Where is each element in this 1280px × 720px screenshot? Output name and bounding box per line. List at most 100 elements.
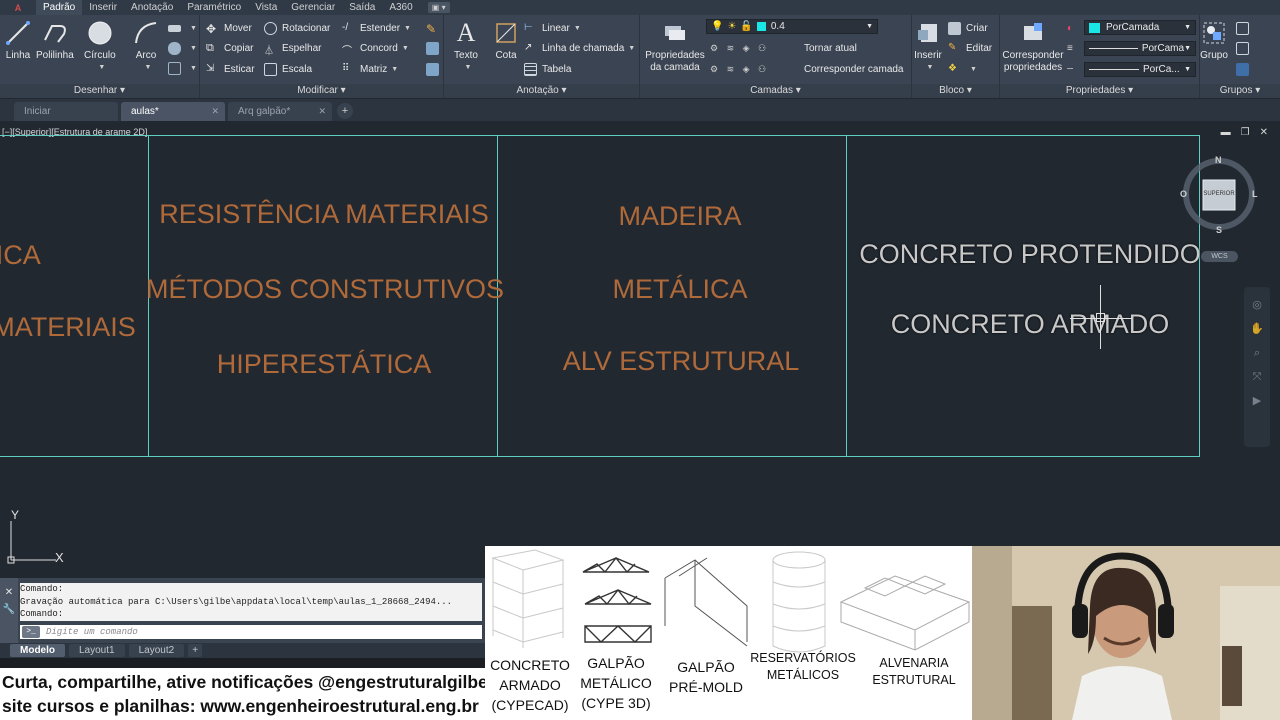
panel-title-desenhar[interactable]: Desenhar ▾ xyxy=(0,84,199,98)
panel-title-modificar[interactable]: Modificar ▾ xyxy=(200,84,443,98)
insert-block-button[interactable]: Inserir ▼ xyxy=(914,18,942,74)
doc-tab-aulas[interactable]: aulas* ✕ xyxy=(121,102,225,121)
panel-title-propriedades[interactable]: Propriedades ▾ xyxy=(1000,84,1199,98)
rectangle-tool-button[interactable]: ▼ xyxy=(168,19,197,37)
group-edit-button[interactable] xyxy=(1236,39,1254,57)
linear-dimension-button[interactable]: ⊢ Linear ▼ xyxy=(524,19,581,37)
scale-button[interactable]: Escala xyxy=(264,60,312,78)
hatch-tool-button[interactable]: ▼ xyxy=(168,39,197,57)
command-prompt-icon[interactable]: >_ xyxy=(22,626,40,638)
copy-button[interactable]: ⧉ Copiar xyxy=(206,39,253,57)
group-button[interactable]: Grupo xyxy=(1200,18,1228,62)
stretch-button[interactable]: ⇲ Esticar xyxy=(206,60,255,78)
linetype-dropdown[interactable]: PorCa... ▼ xyxy=(1084,62,1196,77)
chevron-down-icon[interactable]: ▼ xyxy=(145,62,152,74)
line-tool-button[interactable]: Linha xyxy=(4,18,32,62)
color-dropdown[interactable]: PorCamada ▼ xyxy=(1084,20,1196,35)
command-line-icons[interactable]: ✕ 🔧 xyxy=(0,578,18,618)
match-properties-button[interactable]: Corresponder propriedades xyxy=(1002,18,1064,74)
group-select-button[interactable] xyxy=(1236,60,1254,78)
tab-layout1[interactable]: Layout1 xyxy=(69,644,125,657)
offset-button[interactable] xyxy=(426,60,444,78)
panel-title-anotacao[interactable]: Anotação ▾ xyxy=(444,84,639,98)
lineweight-dropdown[interactable]: PorCama ▼ xyxy=(1084,41,1196,56)
tab-parametrico[interactable]: Paramétrico xyxy=(180,0,248,15)
polyline-tool-button[interactable]: Polilinha xyxy=(36,18,74,62)
match-properties-icon xyxy=(1019,18,1047,48)
tab-anotacao[interactable]: Anotação xyxy=(124,0,180,15)
navigation-bar[interactable]: ◎ ✋ ⌕ ⤧ ▶ xyxy=(1244,287,1270,447)
block-attribute-button[interactable]: ❖ ▼ xyxy=(948,60,977,78)
close-icon[interactable]: ✕ xyxy=(318,106,326,117)
tab-gerenciar[interactable]: Gerenciar xyxy=(284,0,342,15)
command-input[interactable]: >_ Digite um comando xyxy=(20,625,482,639)
array-button[interactable]: ⠿ Matriz ▼ xyxy=(342,60,398,78)
dimension-tool-label: Cota xyxy=(495,50,517,61)
chevron-down-icon: ▼ xyxy=(866,23,873,30)
layer-dropdown[interactable]: 💡 ☀ 🔓 0.4 ▼ xyxy=(706,19,878,34)
arc-tool-button[interactable]: Arco ▼ xyxy=(132,18,160,74)
erase-button[interactable]: ✎ xyxy=(426,19,444,37)
minimize-icon[interactable]: ▬ xyxy=(1221,127,1231,138)
close-icon[interactable]: ✕ xyxy=(211,106,219,117)
tab-saida[interactable]: Saída xyxy=(342,0,382,15)
wcs-menu[interactable]: WCS xyxy=(1201,251,1238,262)
new-tab-button[interactable]: + xyxy=(337,103,353,119)
make-current-button[interactable]: Tornar atual xyxy=(804,39,857,57)
restore-icon[interactable]: ❐ xyxy=(1241,127,1250,138)
panel-title-grupos[interactable]: Grupos ▾ xyxy=(1200,84,1280,98)
ribbon-options-icon[interactable]: ▣ ▾ xyxy=(427,2,450,13)
panel-title-camadas[interactable]: Camadas ▾ xyxy=(640,84,911,98)
layer-tools-row-1[interactable]: ⚙ ≋ ◈ ⚇ xyxy=(710,39,769,57)
dimension-tool-button[interactable]: Cota xyxy=(492,18,520,62)
close-icon[interactable]: ✕ xyxy=(1260,127,1268,138)
tab-padrao[interactable]: Padrão xyxy=(36,0,83,15)
viewcube-face[interactable]: SUPERIOR xyxy=(1203,191,1235,197)
rotate-button[interactable]: Rotacionar xyxy=(264,19,330,37)
match-properties-label-2: propriedades xyxy=(1003,62,1063,73)
command-line-handle[interactable]: ✕ 🔧 xyxy=(0,578,18,643)
move-button[interactable]: ✥ Mover xyxy=(206,19,252,37)
explode-button[interactable] xyxy=(426,39,444,57)
compass-west[interactable]: O xyxy=(1180,189,1187,199)
tab-inserir[interactable]: Inserir xyxy=(82,0,124,15)
compass-east[interactable]: L xyxy=(1252,189,1258,199)
layer-properties-button[interactable]: Propriedades da camada xyxy=(644,18,706,74)
edit-block-button[interactable]: ✎ Editar xyxy=(948,39,992,57)
tab-vista[interactable]: Vista xyxy=(248,0,284,15)
banner-line-1: Curta, compartilhe, ative notificações @… xyxy=(2,672,512,692)
ungroup-button[interactable] xyxy=(1236,19,1254,37)
edit-block-icon: ✎ xyxy=(948,41,957,53)
chevron-down-icon[interactable]: ▼ xyxy=(98,62,105,74)
circle-icon xyxy=(86,18,114,48)
attribute-icon: ❖ xyxy=(948,62,957,74)
layer-tools-row-2[interactable]: ⚙ ≋ ◈ ⚇ xyxy=(710,60,769,78)
doc-tab-iniciar[interactable]: Iniciar xyxy=(14,102,118,121)
chevron-down-icon: ▼ xyxy=(1184,66,1191,73)
match-layer-button[interactable]: Corresponder camada xyxy=(804,60,904,78)
tab-modelo[interactable]: Modelo xyxy=(10,644,65,657)
tab-layout2[interactable]: Layout2 xyxy=(128,644,185,657)
extend-button[interactable]: -/Estender ▼ xyxy=(342,19,411,37)
panel-title-bloco[interactable]: Bloco ▾ xyxy=(912,84,999,98)
viewcube[interactable]: SUPERIOR N S L O xyxy=(1180,155,1258,235)
text-tool-button[interactable]: A Texto ▼ xyxy=(452,18,480,74)
application-menu-button[interactable]: A xyxy=(0,0,36,15)
color-icon: ◐ xyxy=(1067,22,1074,34)
tab-a360[interactable]: A360 xyxy=(382,0,419,15)
leader-button[interactable]: ↗ Linha de chamada ▼ xyxy=(524,39,635,57)
create-block-button[interactable]: Criar xyxy=(948,19,988,37)
mirror-button[interactable]: ⏃ Espelhar xyxy=(264,39,321,57)
cad-text: TICA xyxy=(0,240,41,270)
add-layout-button[interactable]: + xyxy=(188,644,203,657)
array-icon: ⠿ xyxy=(342,62,350,74)
ucs-y-label: Y xyxy=(11,508,20,522)
table-button[interactable]: Tabela xyxy=(524,60,571,78)
fillet-button[interactable]: ⌒ Concord ▼ xyxy=(342,39,409,57)
webcam-feed xyxy=(972,546,1280,720)
region-tool-button[interactable]: ▼ xyxy=(168,59,197,77)
compass-south[interactable]: S xyxy=(1216,225,1222,235)
circle-tool-button[interactable]: Círculo ▼ xyxy=(84,18,116,74)
compass-north[interactable]: N xyxy=(1215,155,1222,165)
doc-tab-arq-galpao[interactable]: Arq galpão* ✕ xyxy=(228,102,332,121)
